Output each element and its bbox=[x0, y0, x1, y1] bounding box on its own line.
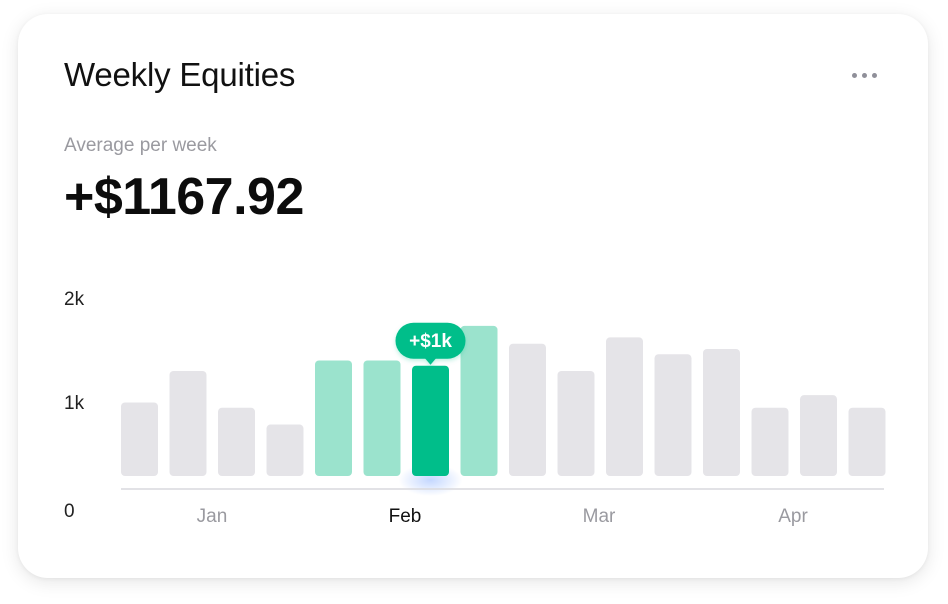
bar[interactable] bbox=[509, 343, 546, 476]
bar[interactable] bbox=[169, 371, 207, 476]
tooltip-label: +$1k bbox=[409, 331, 452, 352]
x-tick-label: Mar bbox=[583, 506, 616, 527]
y-tick-label: 1k bbox=[64, 393, 85, 414]
x-tick-label: Jan bbox=[197, 506, 228, 527]
bar[interactable] bbox=[121, 402, 158, 477]
bar[interactable] bbox=[703, 348, 740, 476]
x-tick-label: Apr bbox=[778, 506, 808, 527]
bar[interactable] bbox=[848, 407, 886, 476]
bar[interactable] bbox=[363, 360, 401, 477]
bar[interactable] bbox=[266, 424, 304, 476]
bar[interactable] bbox=[460, 325, 498, 476]
y-tick-label: 0 bbox=[64, 501, 75, 522]
bar[interactable] bbox=[606, 337, 643, 476]
bar-active[interactable] bbox=[412, 365, 449, 476]
weekly-equities-chart: 2k 1k 0 Jan Feb Mar Apr +$1k bbox=[64, 289, 886, 527]
bar[interactable] bbox=[800, 395, 837, 476]
bar[interactable] bbox=[751, 407, 789, 476]
y-tick-label: 2k bbox=[64, 289, 85, 310]
bar[interactable] bbox=[315, 360, 352, 477]
bar[interactable] bbox=[557, 371, 595, 476]
x-tick-label: Feb bbox=[389, 506, 422, 527]
bar[interactable] bbox=[218, 407, 255, 476]
bar[interactable] bbox=[654, 354, 692, 476]
value-tooltip: +$1k bbox=[395, 322, 466, 365]
